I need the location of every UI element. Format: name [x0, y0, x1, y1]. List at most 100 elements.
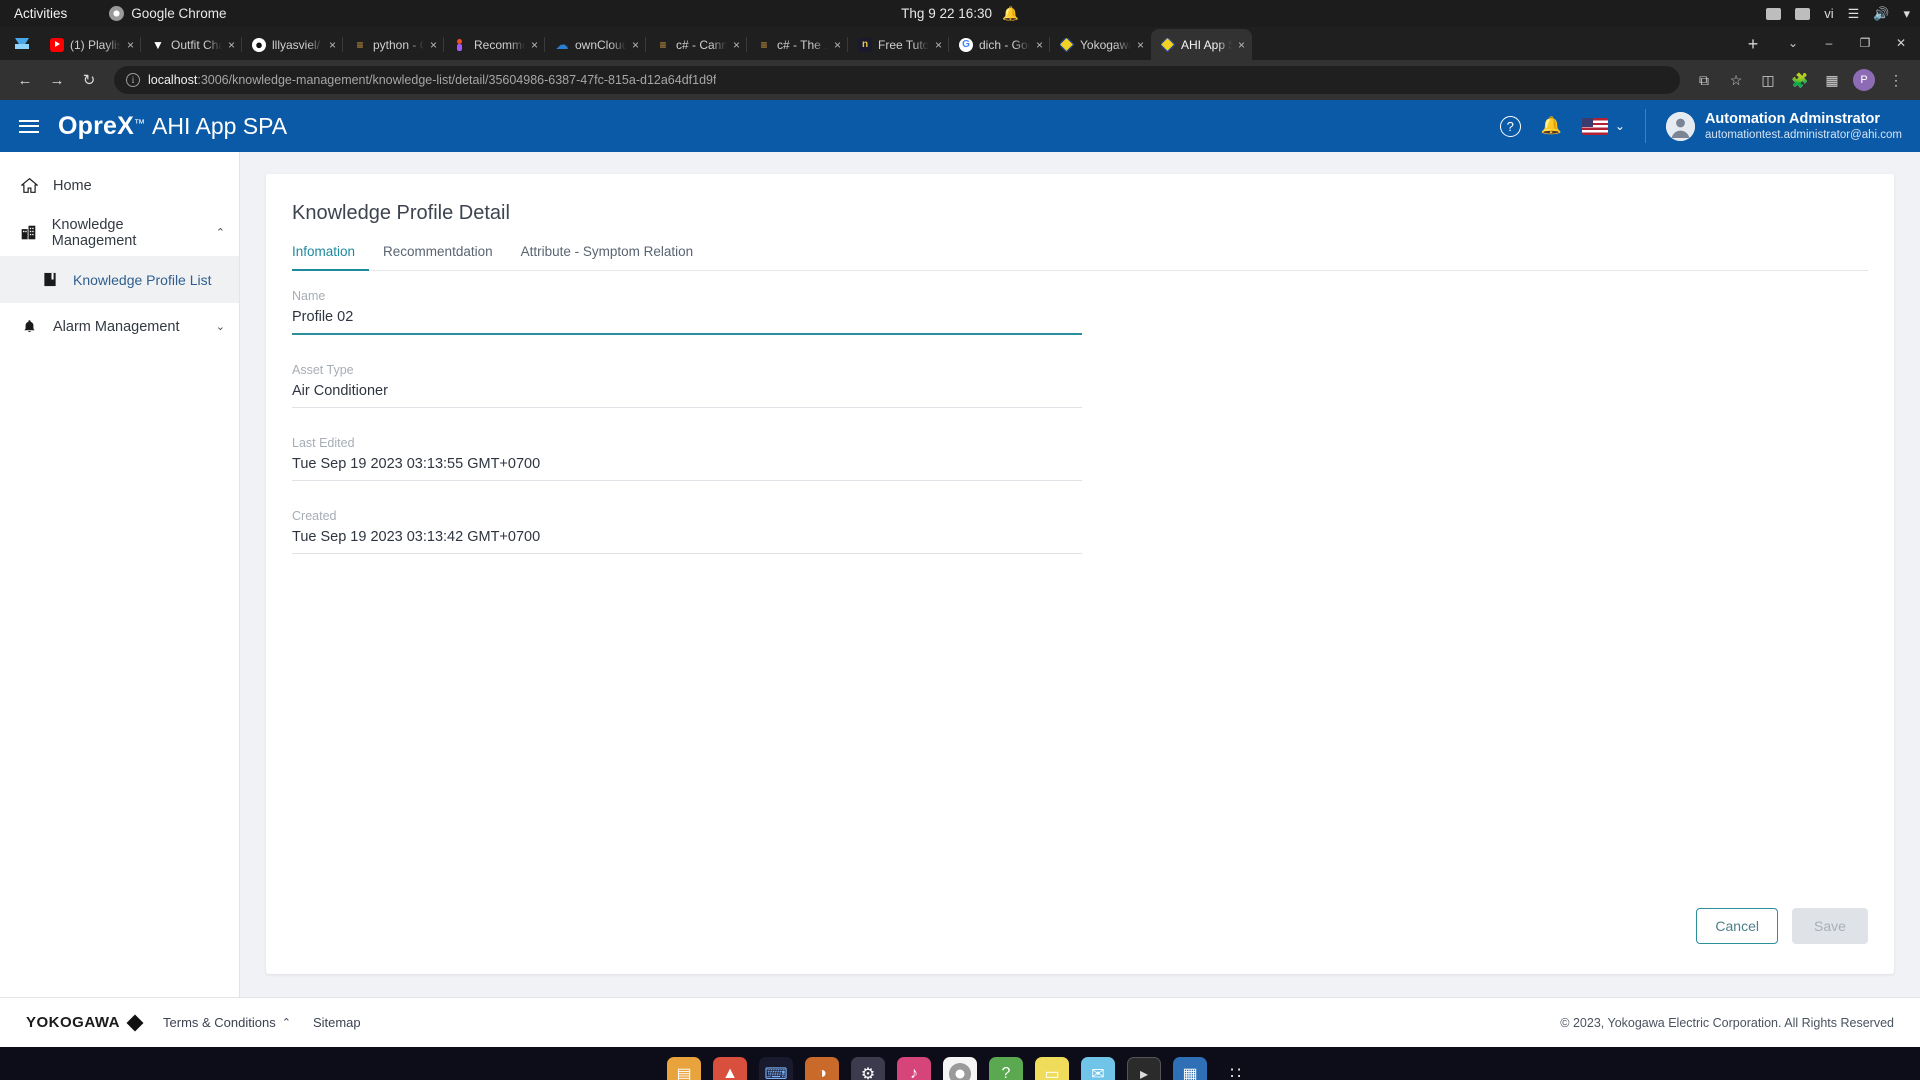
- info-icon[interactable]: i: [126, 73, 140, 87]
- back-button[interactable]: ←: [10, 65, 40, 95]
- url-host: localhost: [148, 73, 198, 87]
- chevron-icon[interactable]: ⌃: [216, 226, 225, 239]
- youtube-icon: [50, 37, 64, 52]
- close-icon[interactable]: ×: [531, 39, 538, 51]
- firefox-icon[interactable]: ◑: [805, 1056, 839, 1080]
- archive-icon[interactable]: ▦: [1173, 1056, 1207, 1080]
- sidepanel-icon[interactable]: ◫: [1754, 66, 1782, 94]
- close-icon[interactable]: ×: [430, 39, 437, 51]
- browser-tab[interactable]: AHI App S ×: [1151, 29, 1252, 60]
- close-icon[interactable]: ×: [1137, 39, 1144, 51]
- close-icon[interactable]: ×: [127, 39, 134, 51]
- browser-tab[interactable]: Recomme ×: [443, 29, 545, 60]
- browser-tab[interactable]: ● lllyasviel/ ×: [241, 29, 343, 60]
- browser-tab[interactable]: ▼ Outfit Cha ×: [140, 29, 242, 60]
- star-icon[interactable]: ☆: [1722, 66, 1750, 94]
- save-button[interactable]: Save: [1792, 908, 1868, 944]
- share-icon[interactable]: ⧉: [1690, 66, 1718, 94]
- settings-icon[interactable]: ⚙: [851, 1056, 885, 1080]
- battery-icon: [1795, 7, 1811, 20]
- activities-button[interactable]: Activities: [14, 6, 67, 21]
- close-icon[interactable]: ×: [935, 39, 942, 51]
- browser-tab[interactable]: ☁ ownCloud ×: [544, 29, 646, 60]
- close-icon[interactable]: ×: [1238, 39, 1245, 51]
- os-dock: ▤ ▲ ⌨ ◑ ⚙ ♪? ▭ ✉ ▸ ▦ ∷: [0, 1047, 1920, 1080]
- browser-toolbar: ← → ↻ i localhost:3006/knowledge-managem…: [0, 60, 1920, 100]
- sidebar-item-label: Alarm Management: [53, 318, 180, 335]
- window-maximize-button[interactable]: ❐: [1848, 29, 1882, 57]
- browser-tab-title: c# - The .N: [777, 37, 828, 52]
- field-input[interactable]: Profile 02: [292, 309, 1082, 335]
- field-input[interactable]: Tue Sep 19 2023 03:13:42 GMT+0700: [292, 529, 1082, 554]
- close-icon[interactable]: ×: [834, 39, 841, 51]
- user-menu[interactable]: Automation Adminstrator automationtest.a…: [1665, 110, 1902, 143]
- terms-link[interactable]: Terms & Conditions ⌃: [163, 1015, 291, 1030]
- volume-icon: 🔊: [1873, 5, 1890, 21]
- field-label: Created: [292, 509, 337, 523]
- notes-icon[interactable]: ▭: [1035, 1056, 1069, 1080]
- chevron-icon[interactable]: ⌄: [216, 320, 225, 333]
- bell-icon[interactable]: 🔔: [1541, 116, 1562, 136]
- page-title: Knowledge Profile Detail: [292, 202, 510, 224]
- field-last-edited: Last Edited Tue Sep 19 2023 03:13:55 GMT+…: [292, 436, 1082, 481]
- tab-attribute-symptom-relation[interactable]: Attribute - Symptom Relation: [507, 244, 708, 271]
- tab-recommentdation[interactable]: Recommentdation: [369, 244, 507, 271]
- browser-tab-title: (1) Playlist: [70, 37, 121, 52]
- help-icon[interactable]: ?: [989, 1056, 1023, 1080]
- sidebar-item-alarm-management[interactable]: Alarm Management ⌄: [0, 303, 239, 350]
- field-input[interactable]: Tue Sep 19 2023 03:13:55 GMT+0700: [292, 456, 1082, 481]
- help-icon[interactable]: ?: [1499, 115, 1521, 137]
- browser-tab[interactable]: ≡ c# - The .N ×: [746, 29, 848, 60]
- sitemap-link[interactable]: Sitemap: [313, 1015, 361, 1030]
- window-minimize-button[interactable]: –: [1812, 29, 1846, 57]
- yokogawa-diamond-icon: [126, 1014, 144, 1031]
- puzzle-icon[interactable]: 🧩: [1786, 66, 1814, 94]
- chrome-icon[interactable]: [943, 1056, 977, 1080]
- os-clock[interactable]: Thg 9 22 16:30 🔔: [901, 6, 1019, 22]
- close-icon[interactable]: ×: [632, 39, 639, 51]
- chevron-down-icon: ⌄: [1614, 119, 1625, 133]
- close-icon[interactable]: ×: [1036, 39, 1043, 51]
- terminal-icon[interactable]: ▸: [1127, 1056, 1161, 1080]
- sidebar-item-label: Home: [53, 177, 92, 194]
- tab-search-button[interactable]: ⌄: [1776, 29, 1810, 57]
- show-apps-icon[interactable]: ∷: [1219, 1057, 1253, 1080]
- address-bar[interactable]: i localhost:3006/knowledge-management/kn…: [114, 66, 1680, 94]
- avatar[interactable]: P: [1850, 66, 1878, 94]
- sidebar-item-knowledge-management[interactable]: Knowledge Management ⌃: [0, 209, 239, 256]
- active-app-indicator[interactable]: Google Chrome: [109, 6, 227, 21]
- os-system-tray[interactable]: vi ☰ 🔊 ▾: [1766, 6, 1910, 22]
- language-selector[interactable]: ⌄: [1581, 117, 1625, 135]
- yokogawa-icon: [1060, 38, 1074, 52]
- browser-tab[interactable]: ≡ c# - Canno ×: [645, 29, 747, 60]
- browser-tab[interactable]: (1) Playlist ×: [40, 29, 141, 60]
- kebab-menu-icon[interactable]: ⋮: [1882, 66, 1910, 94]
- cancel-button[interactable]: Cancel: [1696, 908, 1778, 944]
- sidebar-item-home[interactable]: Home: [0, 162, 239, 209]
- browser-tab[interactable]: Yokogawa ×: [1049, 29, 1151, 60]
- window-close-button[interactable]: ✕: [1884, 29, 1918, 57]
- app-body: Home Knowledge Management ⌃ Knowledge Profi…: [0, 152, 1920, 997]
- field-input[interactable]: Air Conditioner: [292, 383, 1082, 408]
- software-center-icon[interactable]: ▲: [713, 1056, 747, 1080]
- tab-infomation[interactable]: Infomation: [292, 244, 370, 271]
- close-icon[interactable]: ×: [228, 39, 235, 51]
- footer-links: Terms & Conditions ⌃ Sitemap: [163, 1015, 361, 1030]
- browser-tab[interactable]: Gdich - Goo ×: [948, 29, 1050, 60]
- hamburger-icon[interactable]: [0, 116, 58, 136]
- close-icon[interactable]: ×: [733, 39, 740, 51]
- sidebar-item-knowledge-profile-list[interactable]: Knowledge Profile List: [0, 256, 239, 303]
- browser-tab[interactable]: ≡ python - C ×: [342, 29, 444, 60]
- window-panel-icon[interactable]: ▦: [1818, 66, 1846, 94]
- new-tab-button[interactable]: +: [1738, 29, 1768, 60]
- files-icon[interactable]: ▤: [667, 1056, 701, 1080]
- music-icon[interactable]: ♪: [897, 1056, 931, 1080]
- mail-icon[interactable]: ✉: [1081, 1056, 1115, 1080]
- forward-button[interactable]: →: [42, 65, 72, 95]
- bell-icon: 🔔: [1002, 5, 1019, 21]
- browser-tab[interactable]: n Free Tuto ×: [847, 29, 949, 60]
- browser-tab-title: lllyasviel/: [272, 37, 321, 52]
- vscode-icon[interactable]: ⌨: [759, 1056, 793, 1080]
- reload-button[interactable]: ↻: [74, 65, 104, 95]
- close-icon[interactable]: ×: [329, 39, 336, 51]
